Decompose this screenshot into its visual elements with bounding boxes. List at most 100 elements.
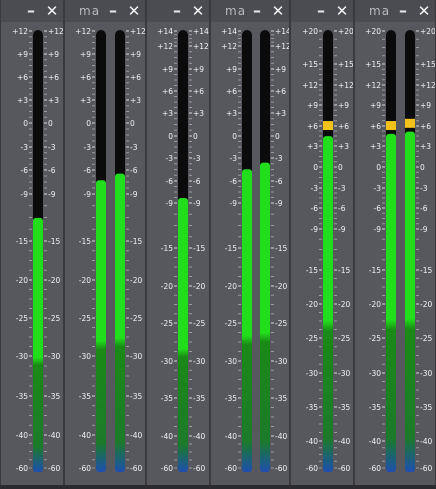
tick-label: +12	[221, 42, 237, 51]
tick-label: -35	[48, 392, 60, 401]
tick-label: -20	[48, 276, 60, 285]
tick-label: +20	[302, 27, 318, 36]
tick-label: +3	[48, 96, 59, 105]
tick-label: -15	[420, 266, 432, 275]
tick-label: -6	[311, 204, 319, 213]
tick-label: -25	[369, 334, 381, 343]
tick-label: 0	[168, 132, 173, 141]
tick-label: +15	[420, 60, 436, 69]
tick-label: -40	[79, 431, 91, 440]
tick-label: +6	[226, 87, 237, 96]
tick-label: +3	[80, 96, 91, 105]
tick-label: -15	[48, 237, 60, 246]
tick-label: -20	[16, 276, 28, 285]
tick-label: +12	[12, 27, 28, 36]
tick-label: +3	[193, 109, 204, 118]
tick-label: -60	[306, 464, 318, 473]
tick-label: -35	[338, 403, 350, 412]
tick-label: 0	[275, 132, 280, 141]
tick-label: +9	[48, 50, 59, 59]
tick-label: -6	[193, 177, 201, 186]
tick-label: -20	[161, 282, 173, 291]
tick-label: +3	[226, 109, 237, 118]
tick-label: +6	[307, 122, 318, 131]
tick-label: +14	[157, 27, 173, 36]
meter-svg: +20 +20 +15 +15 +12 +12 +9 +9 +6 +6 +3 +3 0 0 -3 -3 -6 -6…	[365, 27, 436, 473]
tick-label: -3	[230, 154, 238, 163]
tick-label: +9	[420, 101, 431, 110]
tick-label: +9	[17, 50, 28, 59]
tick-label: -60	[48, 464, 60, 473]
tick-label: +20	[365, 27, 381, 36]
tick-label: -30	[79, 352, 91, 361]
tick-label: -3	[84, 143, 92, 152]
tick-label: -35	[225, 394, 237, 403]
tick-label: -25	[225, 319, 237, 328]
tick-label: -20	[420, 300, 432, 309]
tick-label: -30	[306, 369, 318, 378]
tick-label: -40	[338, 437, 350, 446]
tick-label: -15	[130, 237, 142, 246]
tick-label: 0	[23, 119, 28, 128]
tick-label: -25	[420, 334, 432, 343]
tick-label: -25	[79, 314, 91, 323]
tick-label: +12	[365, 81, 381, 90]
tick-label: -6	[130, 166, 138, 175]
tick-label: 0	[193, 132, 198, 141]
tick-label: -9	[311, 225, 319, 234]
meter-level-bar	[405, 131, 415, 472]
tick-label: -40	[161, 432, 173, 441]
tick-label: 0	[420, 163, 425, 172]
tick-label: +9	[162, 65, 173, 74]
tick-label: -40	[48, 431, 60, 440]
tick-label: -35	[420, 403, 432, 412]
tick-label: +12	[302, 81, 318, 90]
tick-label: -30	[161, 357, 173, 366]
tick-label: -3	[21, 143, 29, 152]
tick-label: -20	[338, 300, 350, 309]
tick-label: +3	[130, 96, 141, 105]
tick-label: -25	[193, 319, 205, 328]
tick-label: -30	[420, 369, 432, 378]
tick-label: +9	[130, 50, 141, 59]
tick-label: +12	[157, 42, 173, 51]
tick-label: -15	[275, 244, 287, 253]
meter-window-4: ma – ✕ +14 +14 +12 +12 +9 +9 +6 +6 +3 +3 0 0 -3 -3 -6 -6 -9…	[210, 0, 290, 485]
meter-level-bar	[242, 169, 252, 473]
meter-level-bar	[323, 136, 333, 472]
tick-label: -35	[193, 394, 205, 403]
meter-level-bar	[33, 217, 43, 472]
tick-label: +6	[338, 122, 349, 131]
tick-label: -60	[369, 464, 381, 473]
tick-label: -9	[130, 190, 138, 199]
tick-label: -35	[369, 403, 381, 412]
tick-label: -3	[420, 184, 428, 193]
tick-label: -9	[193, 199, 201, 208]
tick-label: 0	[338, 163, 343, 172]
tick-label: -40	[275, 432, 287, 441]
tick-label: -40	[420, 437, 432, 446]
tick-label: +6	[130, 73, 141, 82]
tick-label: +6	[17, 73, 28, 82]
tick-label: -3	[275, 154, 283, 163]
tick-label: -60	[130, 464, 142, 473]
tick-label: -9	[275, 199, 283, 208]
tick-label: -25	[48, 314, 60, 323]
tick-label: -60	[420, 464, 432, 473]
tick-label: -3	[193, 154, 201, 163]
tick-label: -20	[130, 276, 142, 285]
meter-level-bar	[178, 197, 188, 472]
tick-label: +12	[75, 27, 91, 36]
tick-label: -3	[338, 184, 346, 193]
tick-label: +9	[338, 101, 349, 110]
meter-svg: +14 +14 +12 +12 +9 +9 +6 +6 +3 +3 0 0 -3 -3 -6 -6 -9 -9 -1…	[157, 27, 209, 473]
peak-hold-indicator	[323, 121, 333, 131]
tick-label: -30	[130, 352, 142, 361]
tick-label: +3	[275, 109, 286, 118]
tick-label: 0	[313, 163, 318, 172]
tick-label: +9	[193, 65, 204, 74]
tick-label: -35	[16, 392, 28, 401]
tick-label: +14	[221, 27, 237, 36]
tick-label: +9	[226, 65, 237, 74]
tick-label: -40	[306, 437, 318, 446]
